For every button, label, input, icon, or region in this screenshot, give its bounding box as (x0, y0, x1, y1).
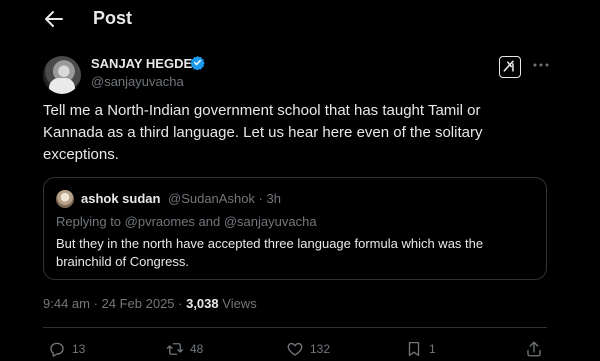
reply-count: 13 (72, 342, 86, 356)
divider (43, 327, 547, 328)
views-count: 3,038 (186, 296, 219, 311)
back-arrow-icon[interactable] (44, 10, 64, 28)
like-button[interactable]: 132 (286, 339, 330, 359)
quote-author-meta: @SudanAshok · 3h (168, 191, 281, 206)
quote-replying-to: Replying to @pvraomes and @sanjayuvacha (56, 214, 317, 229)
bookmark-icon (408, 341, 420, 357)
replying-to-link-1[interactable]: @pvraomes (125, 214, 195, 229)
page-title: Post (93, 8, 133, 28)
post-page: Post SANJAY HEGDE @sanjayuvacha Tell me … (0, 0, 600, 361)
repost-icon (166, 343, 184, 355)
quote-author-name: ashok sudan (81, 191, 161, 206)
author-handle[interactable]: @sanjayuvacha (91, 74, 184, 89)
bookmark-button[interactable]: 1 (405, 339, 436, 359)
author-display-name[interactable]: SANJAY HEGDE (91, 56, 192, 71)
verified-badge-icon (190, 55, 205, 70)
views-label: Views (218, 296, 257, 311)
reply-icon (50, 342, 64, 357)
repost-count: 48 (190, 342, 204, 356)
tweet-text: Tell me a North-Indian government school… (43, 102, 483, 163)
quote-text: But they in the north have accepted thre… (56, 236, 484, 269)
more-dots-icon[interactable] (532, 58, 550, 72)
bookmark-count: 1 (429, 342, 436, 356)
repost-button[interactable]: 48 (166, 339, 203, 359)
post-timestamp[interactable]: 9:44 am · 24 Feb 2025 · (43, 296, 186, 311)
grok-icon[interactable] (499, 56, 521, 78)
like-count: 132 (310, 342, 331, 356)
reply-button[interactable]: 13 (48, 339, 85, 359)
replying-prefix: Replying to (56, 214, 125, 229)
header: Post (0, 0, 600, 38)
quote-author-avatar (56, 190, 74, 208)
quoted-post[interactable]: ashok sudan @SudanAshok · 3h Replying to… (43, 177, 547, 280)
replying-and: and (194, 214, 224, 229)
share-button[interactable] (525, 339, 543, 359)
heart-icon (287, 342, 303, 356)
share-icon (527, 341, 541, 357)
replying-to-link-2[interactable]: @sanjayuvacha (224, 214, 317, 229)
author-avatar[interactable] (43, 56, 81, 94)
post-meta: 9:44 am · 24 Feb 2025 · 3,038 Views (43, 296, 257, 311)
